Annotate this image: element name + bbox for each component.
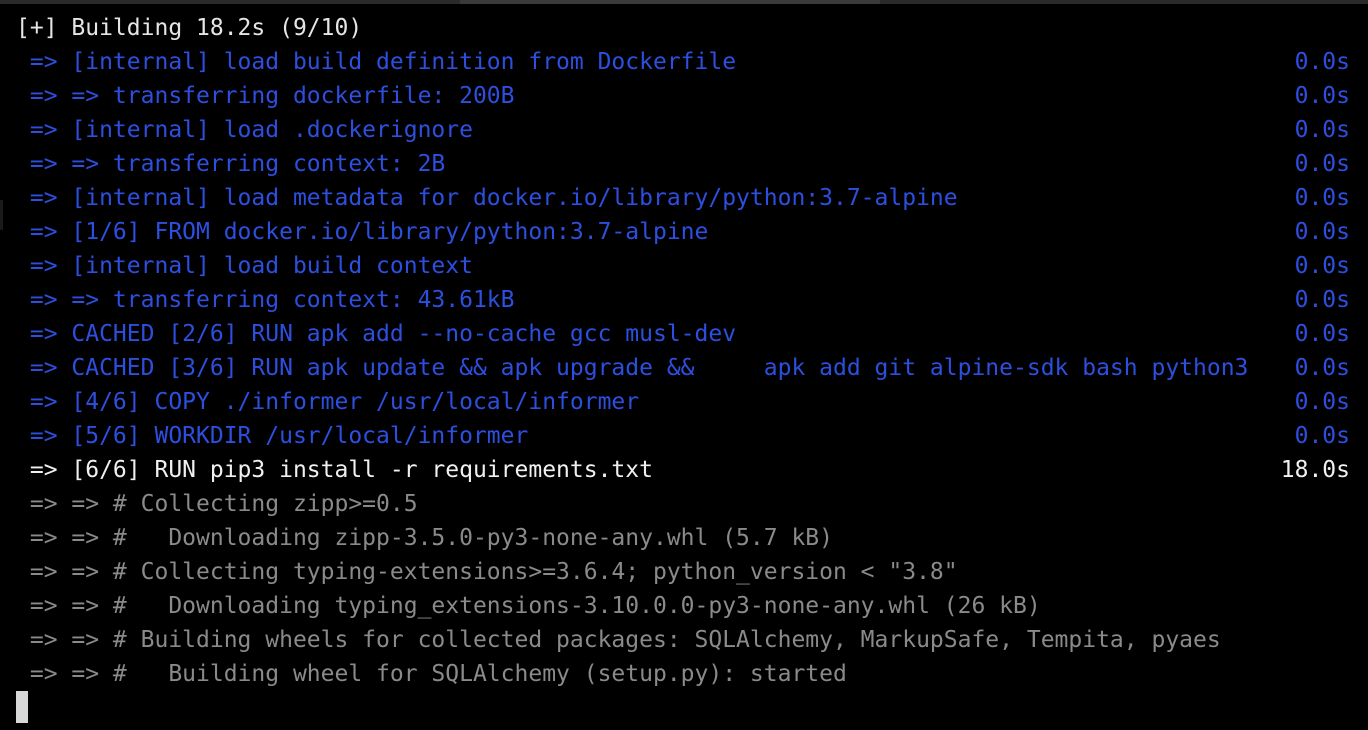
build-step-line: => [internal] load metadata for docker.i…	[16, 181, 1350, 215]
build-step-duration: 0.0s	[1294, 219, 1350, 245]
build-log-line: => => # Collecting typing-extensions>=3.…	[16, 555, 1350, 589]
terminal-cursor	[16, 691, 28, 723]
build-step-line: => CACHED [2/6] RUN apk add --no-cache g…	[16, 317, 1350, 351]
build-step-text: => => transferring context: 43.61kB	[16, 287, 515, 313]
build-status-header: [+] Building 18.2s (9/10)	[16, 11, 1350, 45]
build-step-duration: 0.0s	[1294, 423, 1350, 449]
build-step-line: => [4/6] COPY ./informer /usr/local/info…	[16, 385, 1350, 419]
build-step-text: => [5/6] WORKDIR /usr/local/informer	[16, 423, 529, 449]
build-step-text: => => # Downloading zipp-3.5.0-py3-none-…	[16, 525, 833, 551]
build-step-text: => => # Collecting typing-extensions>=3.…	[16, 559, 958, 585]
build-step-line: => [internal] load build definition from…	[16, 45, 1350, 79]
build-log-line: => => # Building wheels for collected pa…	[16, 623, 1350, 657]
build-step-duration: 0.0s	[1294, 117, 1350, 143]
build-step-line: => => transferring dockerfile: 200B 0.0s	[16, 79, 1350, 113]
build-step-text: => [1/6] FROM docker.io/library/python:3…	[16, 219, 709, 245]
build-step-duration: 0.0s	[1294, 83, 1350, 109]
build-step-duration: 0.0s	[1294, 253, 1350, 279]
build-status-text: [+] Building 18.2s (9/10)	[16, 15, 363, 41]
build-step-duration: 0.0s	[1294, 355, 1350, 381]
build-step-duration: 0.0s	[1294, 321, 1350, 347]
build-step-text: => [6/6] RUN pip3 install -r requirement…	[16, 457, 653, 483]
build-log-line: => => # Downloading typing_extensions-3.…	[16, 589, 1350, 623]
tab-strip-active	[460, 0, 880, 4]
build-step-text: => => transferring dockerfile: 200B	[16, 83, 515, 109]
build-step-duration: 0.0s	[1294, 185, 1350, 211]
build-step-text: => => transferring context: 2B	[16, 151, 446, 177]
build-step-text: => CACHED [2/6] RUN apk add --no-cache g…	[16, 321, 737, 347]
build-step-duration: 0.0s	[1294, 151, 1350, 177]
build-step-text: => [internal] load build context	[16, 253, 473, 279]
build-step-text: => => # Building wheel for SQLAlchemy (s…	[16, 661, 847, 687]
window-left-edge	[0, 200, 3, 230]
build-step-text: => CACHED [3/6] RUN apk update && apk up…	[16, 355, 1249, 381]
build-step-text: => [internal] load metadata for docker.i…	[16, 185, 958, 211]
build-step-text: => => # Building wheels for collected pa…	[16, 627, 1221, 653]
build-step-duration: 0.0s	[1294, 49, 1350, 75]
terminal-output[interactable]: [+] Building 18.2s (9/10) => [internal] …	[16, 11, 1350, 691]
tab-strip-right	[880, 0, 1368, 4]
window-top-edge	[0, 0, 1368, 4]
build-step-text: => => # Collecting zipp>=0.5	[16, 491, 418, 517]
build-log-line: => => # Downloading zipp-3.5.0-py3-none-…	[16, 521, 1350, 555]
build-step-duration: 0.0s	[1294, 389, 1350, 415]
build-step-text: => => # Downloading typing_extensions-3.…	[16, 593, 1041, 619]
build-step-list: => [internal] load build definition from…	[16, 45, 1350, 691]
build-step-line: => => transferring context: 2B 0.0s	[16, 147, 1350, 181]
build-step-line: => => transferring context: 43.61kB 0.0s	[16, 283, 1350, 317]
build-step-duration: 0.0s	[1294, 287, 1350, 313]
build-step-text: => [internal] load build definition from…	[16, 49, 737, 75]
tab-strip-left	[0, 0, 460, 4]
build-log-line: => => # Collecting zipp>=0.5	[16, 487, 1350, 521]
build-step-line: => CACHED [3/6] RUN apk update && apk up…	[16, 351, 1350, 385]
build-step-text: => [4/6] COPY ./informer /usr/local/info…	[16, 389, 640, 415]
build-step-line: => [internal] load .dockerignore 0.0s	[16, 113, 1350, 147]
build-step-line: => [6/6] RUN pip3 install -r requirement…	[16, 453, 1350, 487]
build-step-duration: 18.0s	[1280, 457, 1350, 483]
build-log-line: => => # Building wheel for SQLAlchemy (s…	[16, 657, 1350, 691]
build-step-line: => [5/6] WORKDIR /usr/local/informer 0.0s	[16, 419, 1350, 453]
build-step-line: => [1/6] FROM docker.io/library/python:3…	[16, 215, 1350, 249]
build-step-line: => [internal] load build context 0.0s	[16, 249, 1350, 283]
build-step-text: => [internal] load .dockerignore	[16, 117, 473, 143]
